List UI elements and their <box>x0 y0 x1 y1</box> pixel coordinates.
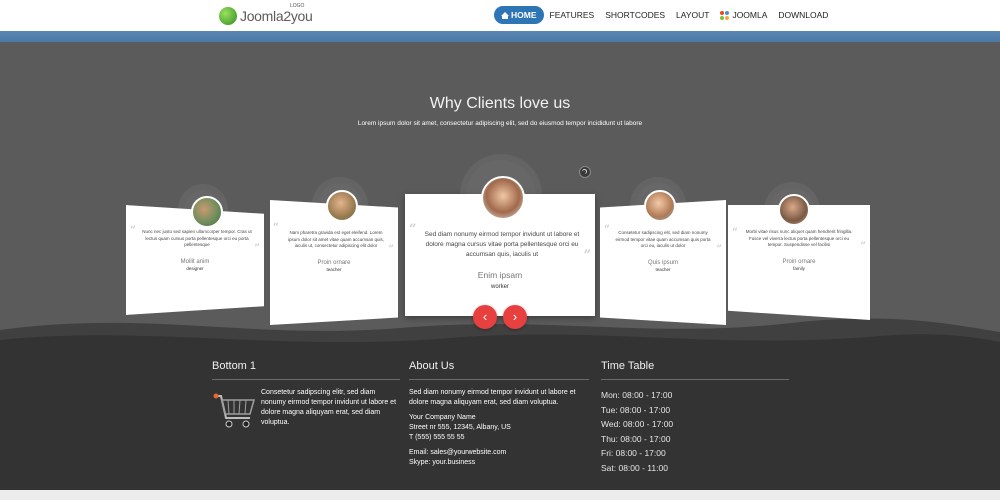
home-icon <box>501 11 509 19</box>
section-title: Why Clients love us <box>429 95 571 112</box>
page-bottom-strip <box>0 490 1000 500</box>
divider <box>601 379 789 380</box>
nav-item-shortcodes[interactable]: SHORTCODES <box>600 6 670 24</box>
testimonial-role: family <box>793 265 805 271</box>
site-header: Joomla2you LOGO HOME FEATURES SHORTCODES… <box>0 0 1000 32</box>
testimonial-name: Proin ornare <box>317 259 351 266</box>
testimonial-name: Mollit anim <box>180 258 210 265</box>
quote-icon: “ <box>130 225 136 236</box>
testimonial-text: Nunc nec justo sed sapien ullamcorper te… <box>142 229 252 247</box>
quote-icon: ” <box>388 244 394 255</box>
timetable-row: Thu: 08:00 - 17:00 <box>601 433 671 444</box>
quote-icon: ” <box>860 241 866 252</box>
section-subtitle: Lorem ipsum dolor sit amet, consectetur … <box>357 120 643 127</box>
nav-item-home[interactable]: HOME <box>494 6 544 24</box>
quote-icon: ” <box>583 248 591 263</box>
footer-heading: Time Table <box>601 360 655 372</box>
joomla-icon <box>720 10 730 20</box>
testimonial-name: Enim ipsam <box>477 270 523 280</box>
testimonial-role: designer <box>186 265 204 271</box>
footer-col-about: About Us Sed diam nonumy eirmod tempor i… <box>409 360 589 468</box>
shopping-cart-icon <box>213 393 255 428</box>
chevron-right-icon: › <box>512 309 518 324</box>
main-nav: HOME FEATURES SHORTCODES LAYOUT JOOMLA D… <box>494 6 834 24</box>
header-accent-band <box>0 31 1000 42</box>
nav-item-joomla[interactable]: JOOMLA <box>715 6 772 24</box>
divider <box>409 379 589 380</box>
timetable-row: Tue: 08:00 - 17:00 <box>601 404 671 415</box>
avatar <box>778 194 810 226</box>
quote-icon: “ <box>604 224 610 235</box>
footer-heading: Bottom 1 <box>212 360 257 372</box>
nav-item-features[interactable]: FEATURES <box>545 6 600 24</box>
timetable-row: Sat: 08:00 - 11:00 <box>601 462 668 473</box>
avatar <box>326 190 358 222</box>
footer-heading: About Us <box>409 360 455 372</box>
avatar <box>191 196 223 228</box>
carousel-prev-button[interactable]: ‹ <box>473 305 497 329</box>
quote-icon: “ <box>732 227 738 238</box>
testimonial-text: Consetetur sadipscing elit, sed diam non… <box>615 230 711 248</box>
testimonial-text: Morbi vitae risus nunc aliquet quam hend… <box>745 229 853 247</box>
footer-text: Consetetur sadipscing elitr, sed diam no… <box>261 389 397 426</box>
site-logo[interactable]: Joomla2you LOGO <box>219 3 313 26</box>
nav-item-download[interactable]: DOWNLOAD <box>773 6 833 24</box>
testimonial-text: Nam pharetra gravida est eget eleifend. … <box>287 230 385 248</box>
testimonial-name: Quis ipsum <box>647 259 678 266</box>
footer-col-timetable: Time Table Mon: 08:00 - 17:00 Tue: 08:00… <box>601 360 789 475</box>
nav-label: HOME <box>511 10 537 20</box>
timetable-row: Fri: 08:00 - 17:00 <box>601 448 666 458</box>
testimonial-name: Proin ornare <box>782 258 816 265</box>
chevron-left-icon: ‹ <box>482 309 488 324</box>
quote-icon: ” <box>716 244 722 255</box>
testimonial-role: teacher <box>326 266 342 272</box>
quote-icon: “ <box>409 222 417 237</box>
avatar <box>644 190 676 222</box>
carousel-next-button[interactable]: › <box>503 305 527 329</box>
nav-label: LAYOUT <box>676 10 710 20</box>
nav-item-layout[interactable]: LAYOUT <box>671 6 714 24</box>
avatar <box>481 176 525 220</box>
footer-col-bottom1: Bottom 1 Consetetur sadipscing elitr, se… <box>212 360 400 432</box>
about-text: Sed diam nonumy eirmod tempor invidunt u… <box>409 389 576 406</box>
nav-label: JOOMLA <box>732 10 768 20</box>
quote-icon: ” <box>254 243 260 254</box>
company-skype[interactable]: Skype: your.business <box>409 458 589 468</box>
loading-spinner-icon <box>579 166 591 178</box>
divider <box>212 379 400 380</box>
testimonial-text: Sed diam nonumy eirmod tempor invidunt u… <box>424 231 580 258</box>
logo-text: Joomla2you <box>240 8 313 24</box>
quote-icon: “ <box>273 222 279 233</box>
company-street: Street nr 555, 12345, Albany, US <box>409 424 511 431</box>
nav-label: SHORTCODES <box>605 10 666 20</box>
company-phone: T (555) 555 55 55 <box>409 434 465 441</box>
timetable-row: Wed: 08:00 - 17:00 <box>601 419 674 429</box>
company-name: Your Company Name <box>409 414 476 421</box>
testimonial-role: worker <box>490 284 509 290</box>
logo-superscript: LOGO <box>290 3 305 9</box>
nav-label: FEATURES <box>549 10 595 20</box>
logo-leaf-icon <box>219 7 237 25</box>
timetable-row: Mon: 08:00 - 17:00 <box>601 390 673 400</box>
nav-label: DOWNLOAD <box>778 10 829 20</box>
testimonial-role: teacher <box>655 266 671 272</box>
company-email[interactable]: Email: sales@yourwebsite.com <box>409 448 589 458</box>
